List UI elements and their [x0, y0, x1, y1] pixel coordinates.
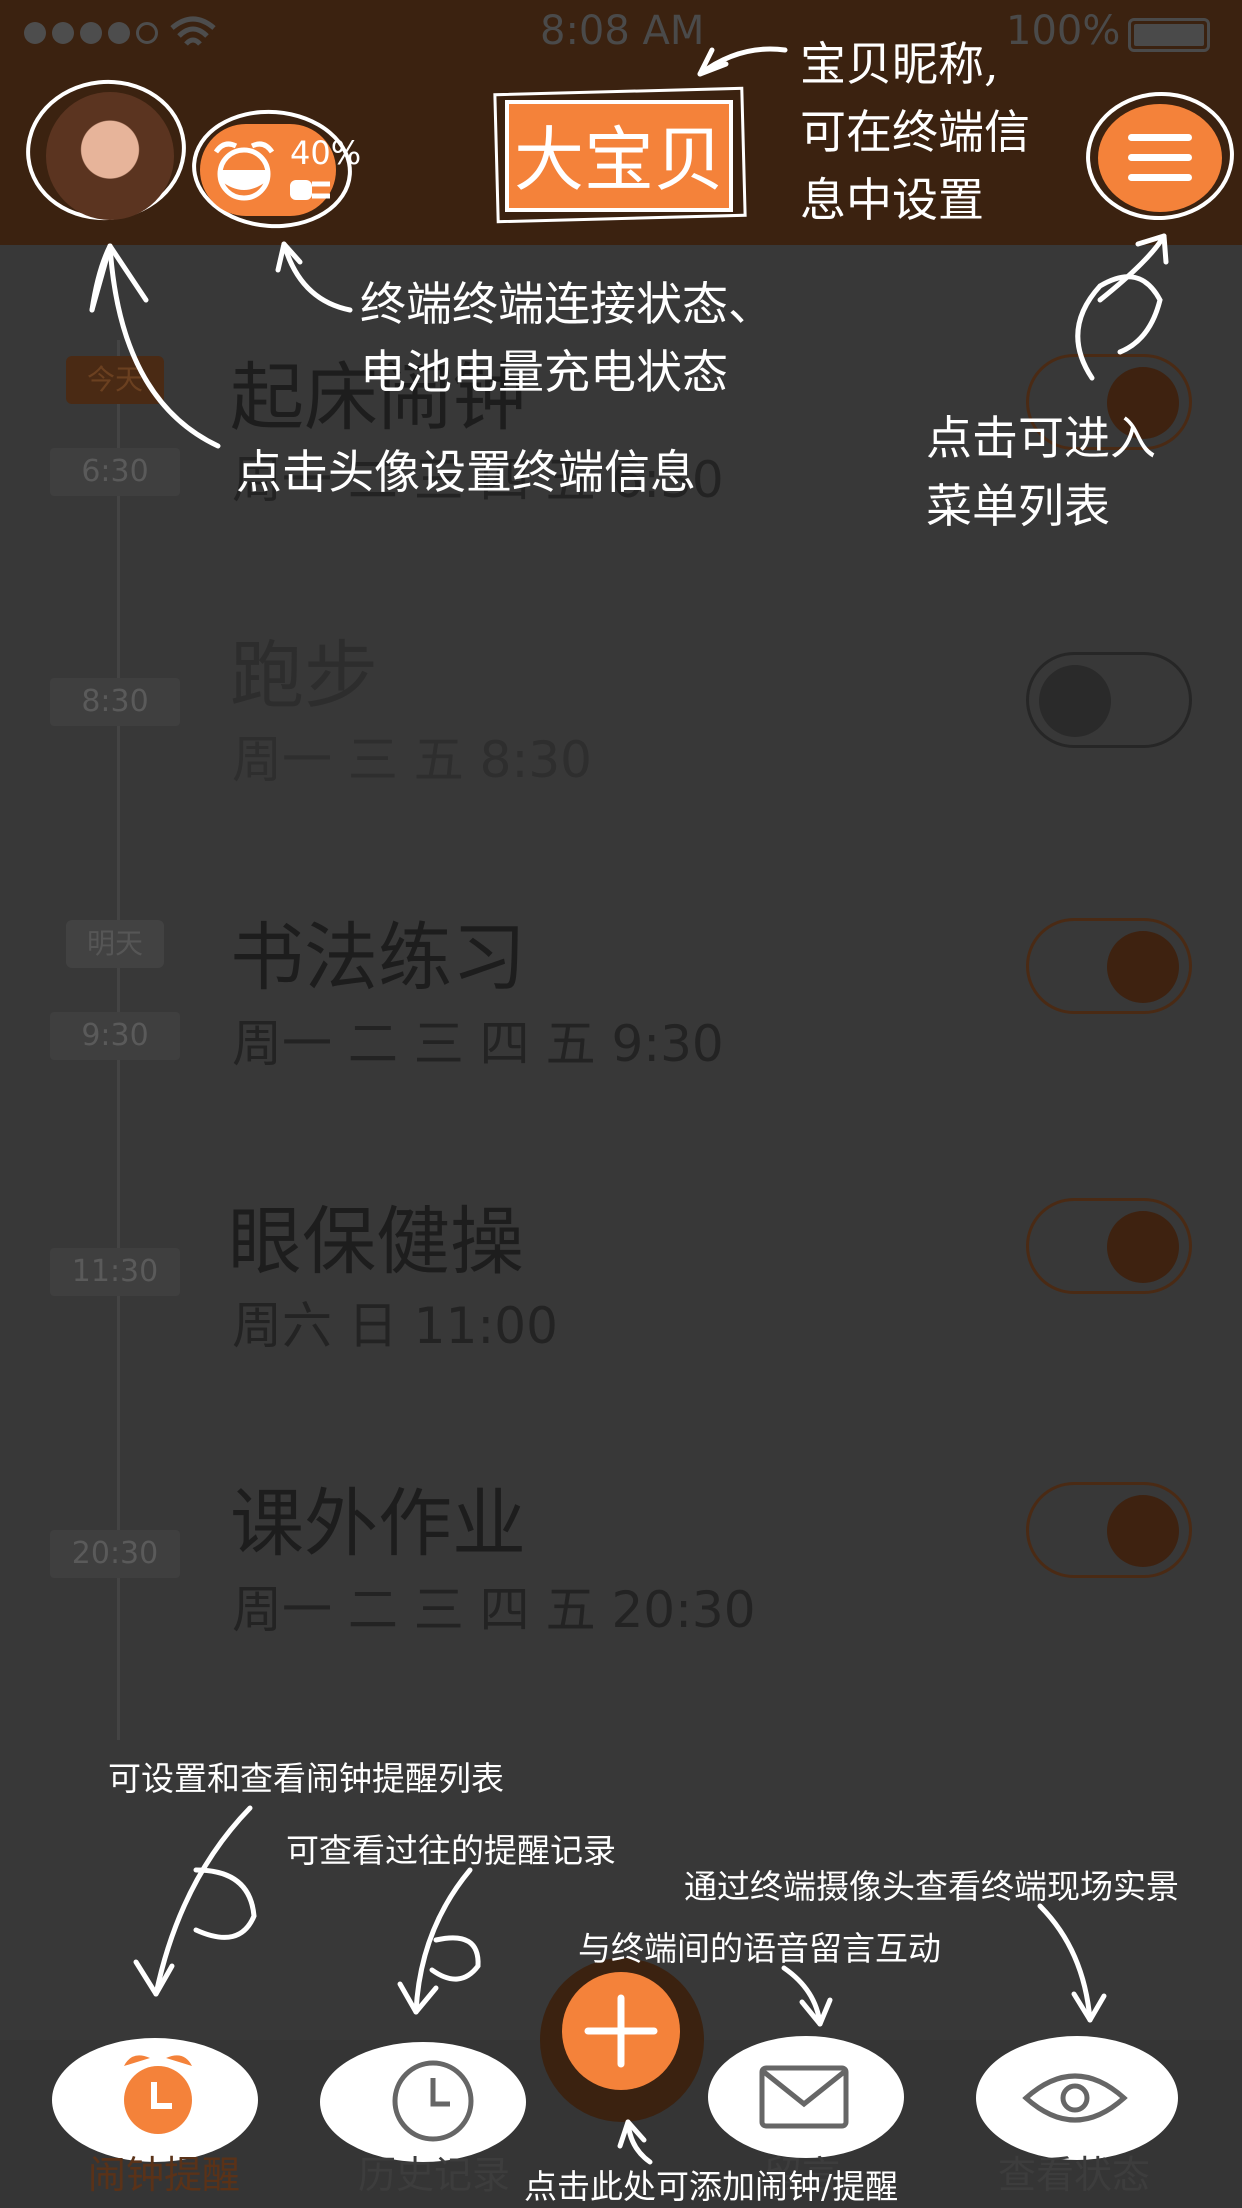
annotation-text: 通过终端摄像头查看终端现场实景	[684, 1867, 1179, 1906]
annotation-text: 息中设置	[800, 173, 984, 227]
annotation-text: 点击头像设置终端信息	[236, 445, 696, 499]
annotation-text: 可在终端信	[800, 105, 1030, 159]
annotation-text: 可查看过往的提醒记录	[286, 1831, 616, 1870]
annotation-text: 菜单列表	[926, 479, 1110, 533]
annotation-text: 可设置和查看闹钟提醒列表	[108, 1759, 504, 1798]
annotation-text: 电池电量充电状态	[360, 345, 728, 399]
annotation-text: 点击此处可添加闹钟/提醒	[524, 2167, 899, 2206]
annotation-text: 与终端间的语音留言互动	[578, 1929, 941, 1968]
annotation-text: 宝贝昵称,	[800, 37, 999, 91]
annotation-text: 点击可进入	[926, 411, 1156, 465]
annotation-text: 终端终端连接状态、	[360, 277, 774, 331]
